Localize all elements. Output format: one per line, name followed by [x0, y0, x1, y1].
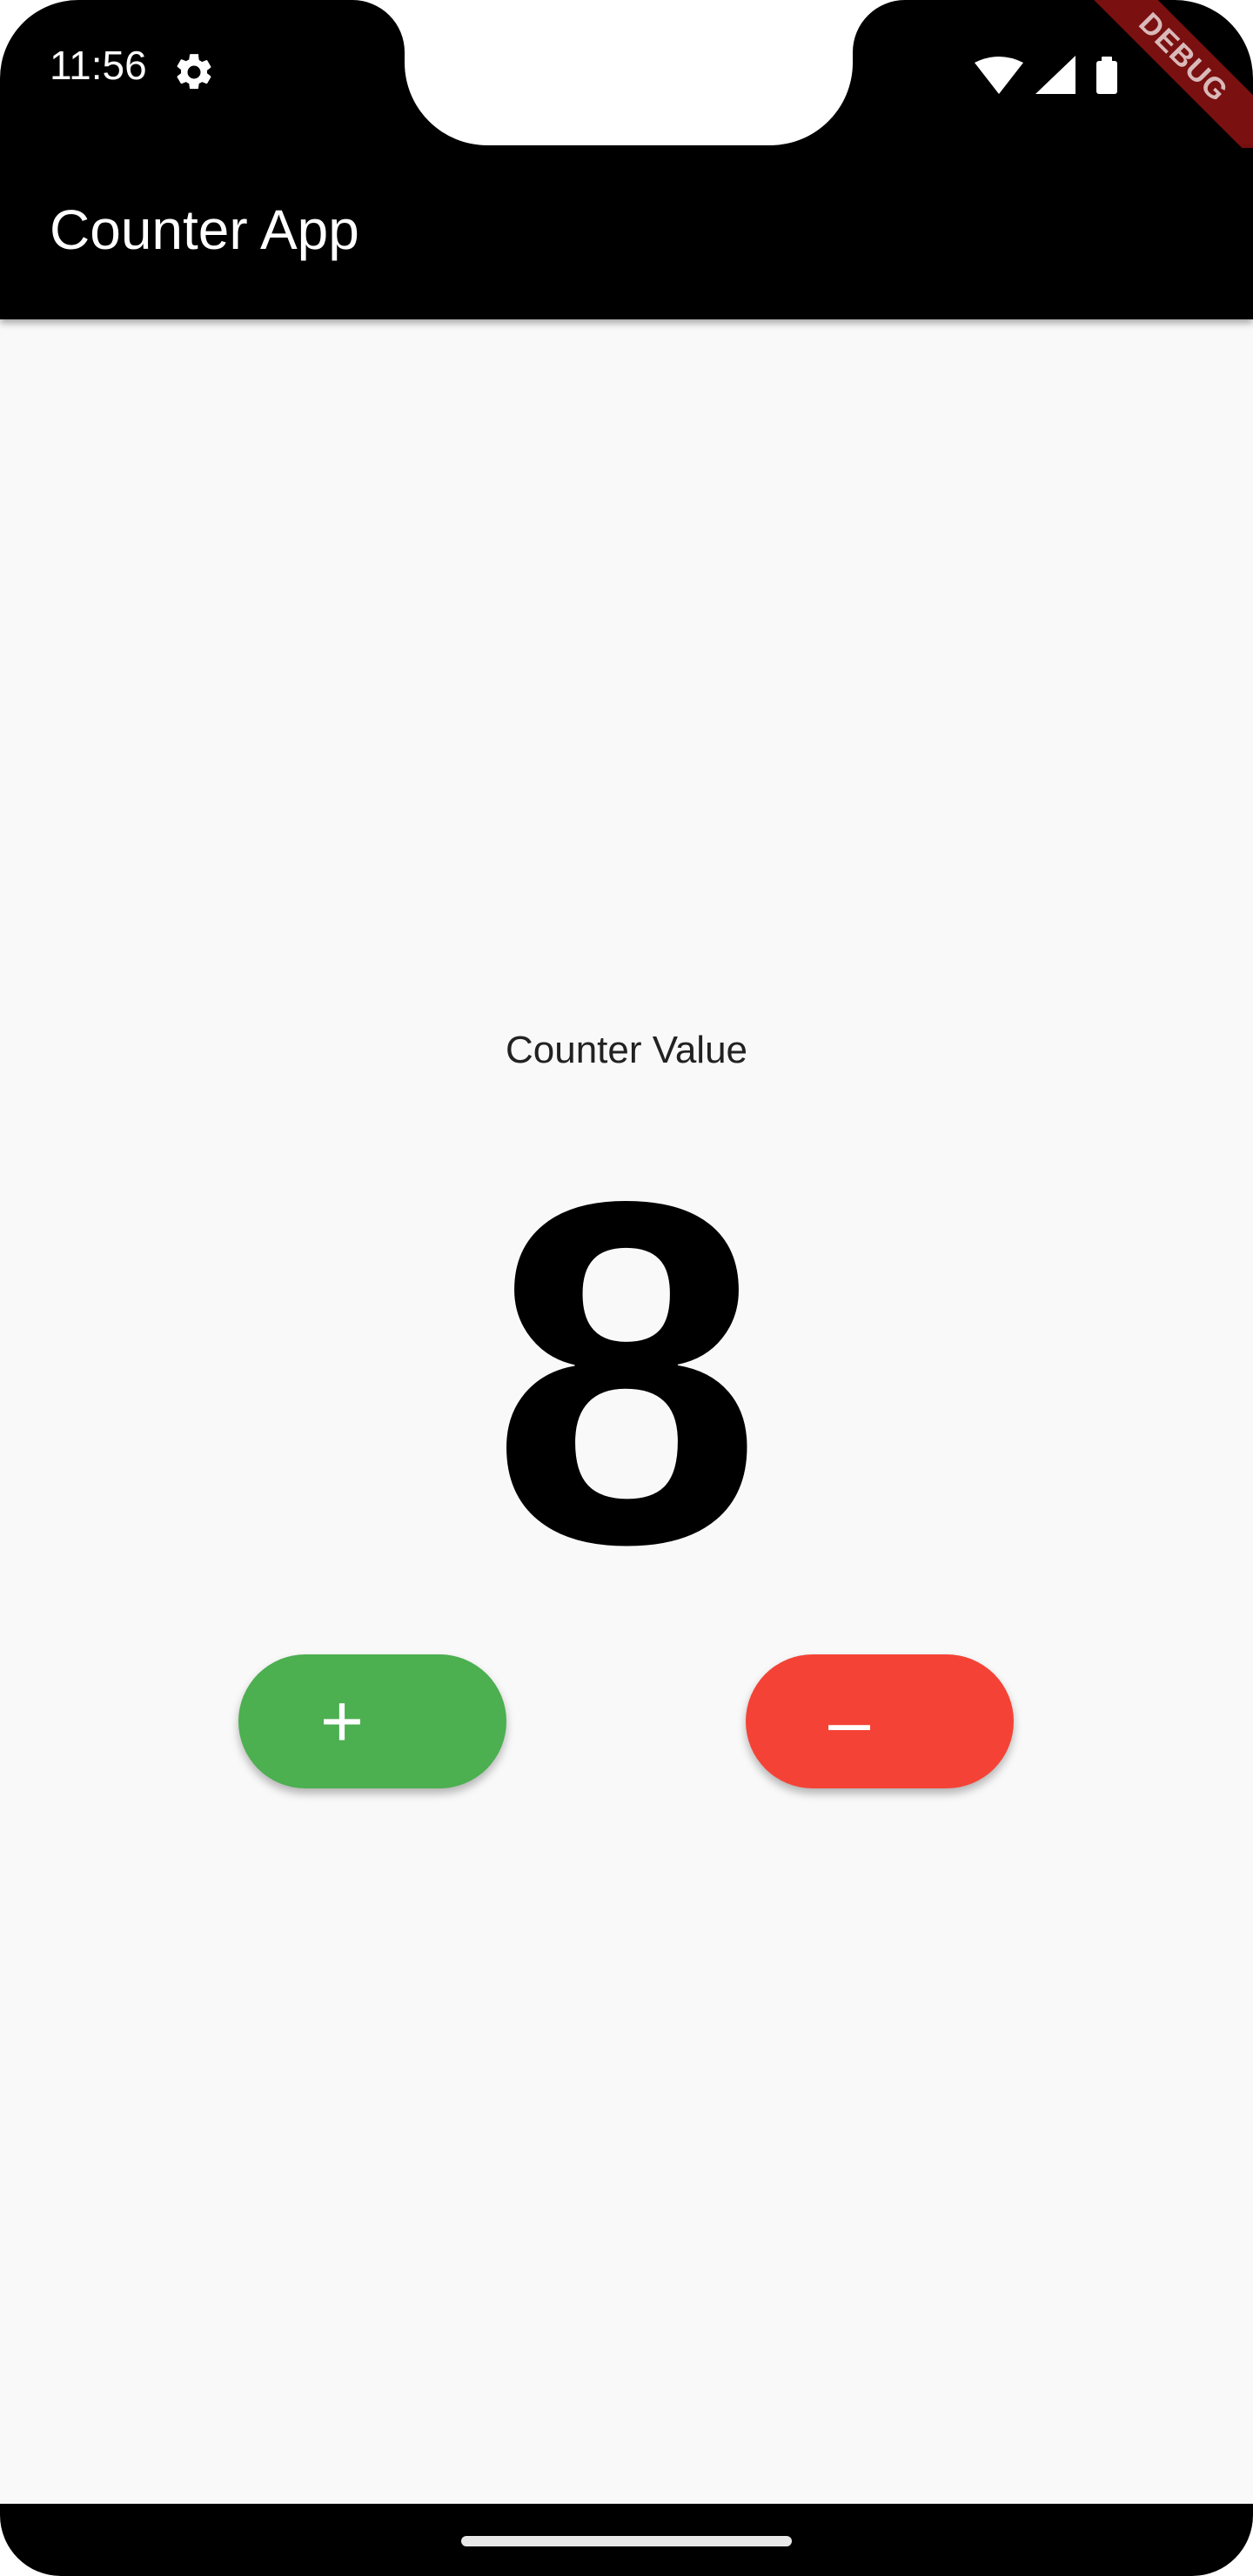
device-screen: 11:56 DEBUG Counter App Counter Value 8 — [0, 0, 1253, 2576]
notch-shoulder — [352, 0, 405, 52]
status-bar: 11:56 DEBUG — [0, 0, 1253, 178]
home-gesture-handle[interactable] — [461, 2536, 792, 2546]
status-time: 11:56 — [50, 43, 147, 88]
screen-corner — [1192, 2515, 1253, 2576]
wifi-icon — [975, 57, 1023, 94]
gesture-nav-bar — [0, 2504, 1253, 2576]
increment-button[interactable]: + — [238, 1654, 506, 1788]
camera-notch — [405, 0, 853, 145]
decrement-button[interactable]: – — [746, 1654, 1014, 1788]
screen-corner — [0, 2515, 61, 2576]
main-content: Counter Value 8 + – — [0, 319, 1253, 2504]
notch-shoulder — [853, 0, 905, 52]
status-icons — [975, 56, 1117, 94]
minus-icon: – — [828, 1680, 870, 1763]
gear-icon — [177, 54, 211, 90]
counter-value: 8 — [491, 1100, 762, 1645]
app-bar: Counter App — [0, 148, 1253, 319]
signal-icon — [1035, 56, 1075, 94]
counter-label: Counter Value — [505, 1029, 748, 1071]
battery-icon — [1096, 57, 1117, 94]
app-title: Counter App — [50, 198, 359, 261]
plus-icon: + — [319, 1680, 365, 1763]
